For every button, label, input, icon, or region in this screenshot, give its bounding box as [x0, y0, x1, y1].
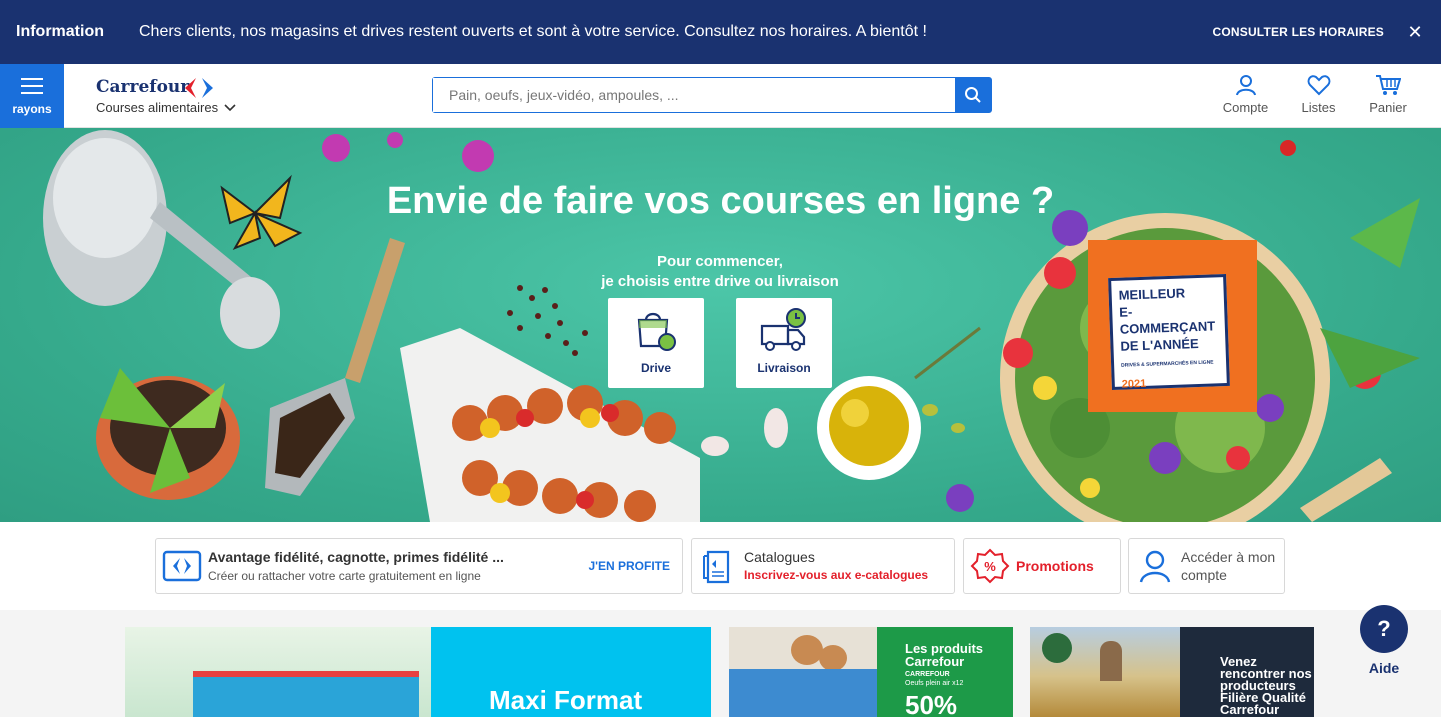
carrefour-products-title2: Carrefour — [905, 654, 965, 669]
loyalty-card-icon — [162, 550, 202, 582]
award-line2: E-COMMERÇANT — [1119, 304, 1216, 337]
account-icon — [1139, 550, 1171, 583]
delivery-truck-icon — [760, 308, 806, 351]
loyalty-subtitle: Créer ou rattacher votre carte gratuitem… — [208, 569, 481, 583]
drive-bag-icon — [637, 312, 676, 351]
cart-button[interactable]: Panier — [1366, 74, 1410, 115]
award-badge: MEILLEUR E-COMMERÇANT DE L'ANNÉE DRIVES … — [1088, 240, 1257, 412]
loyalty-card[interactable]: Avantage fidélité, cagnotte, primes fidé… — [155, 538, 683, 594]
lists-button[interactable]: Listes — [1296, 74, 1341, 115]
delivery-label: Livraison — [757, 361, 811, 375]
my-account-line2: compte — [1181, 567, 1227, 583]
catalogues-subtitle: Inscrivez-vous aux e-catalogues — [744, 568, 929, 582]
services-row: Avantage fidélité, cagnotte, primes fidé… — [0, 522, 1441, 610]
search-icon — [965, 87, 981, 103]
help-label: Aide — [1368, 660, 1400, 676]
award-card: MEILLEUR E-COMMERÇANT DE L'ANNÉE DRIVES … — [1108, 273, 1230, 391]
my-account-card[interactable]: Accéder à mon compte — [1128, 538, 1285, 594]
producers-tile[interactable]: Venez rencontrer nos producteurs Filière… — [1030, 627, 1314, 717]
search-bar — [432, 77, 992, 113]
award-year: 2021 — [1121, 377, 1147, 391]
drive-button[interactable]: Drive — [608, 298, 704, 388]
loyalty-title: Avantage fidélité, cagnotte, primes fidé… — [208, 549, 504, 565]
cart-icon — [1376, 75, 1401, 95]
chevron-down-icon — [224, 103, 236, 111]
hero-title: Envie de faire vos courses en ligne ? — [386, 180, 1055, 222]
banner-message: Chers clients, nos magasins et drives re… — [139, 23, 927, 40]
maxi-format-text: Maxi Format — [489, 685, 643, 715]
delivery-button[interactable]: Livraison — [736, 298, 832, 388]
banner-label: Information — [16, 23, 104, 40]
award-line3: DE L'ANNÉE — [1120, 335, 1199, 354]
close-icon[interactable]: ✕ — [1405, 22, 1425, 42]
brand-subtitle: Courses alimentaires — [96, 100, 219, 115]
search-button[interactable] — [955, 78, 991, 112]
account-label: Compte — [1222, 100, 1269, 115]
svg-text:%: % — [984, 559, 996, 574]
lists-label: Listes — [1301, 100, 1336, 115]
loyalty-cta[interactable]: J'EN PROFITE — [588, 559, 670, 573]
hero-banner: Envie de faire vos courses en ligne ? Po… — [0, 128, 1441, 522]
help-button[interactable]: ? — [1360, 605, 1408, 653]
cart-label: Panier — [1369, 100, 1407, 115]
hero-subtitle-line1: Pour commencer, — [657, 253, 783, 270]
promotions-card[interactable]: % Promotions — [963, 538, 1121, 594]
hamburger-icon — [21, 78, 43, 99]
user-icon — [1235, 75, 1256, 96]
carrefour-logo-icon — [185, 78, 213, 98]
catalogues-card[interactable]: Catalogues Inscrivez-vous aux e-catalogu… — [691, 538, 955, 594]
search-input[interactable] — [433, 78, 955, 112]
heart-icon — [1307, 75, 1330, 96]
producers-line5: Carrefour — [1220, 702, 1280, 717]
rayons-label: rayons — [12, 102, 52, 116]
rayons-menu-button[interactable]: rayons — [0, 64, 64, 128]
consult-hours-link[interactable]: CONSULTER LES HORAIRES — [1212, 25, 1384, 39]
carrefour-products-discount: 50% — [905, 690, 958, 717]
promotions-label: Promotions — [1016, 558, 1094, 574]
catalogues-title: Catalogues — [744, 549, 815, 565]
carrefour-products-pack2: Oeufs plein air x12 — [905, 680, 964, 687]
my-account-line1: Accéder à mon — [1181, 549, 1276, 565]
hero-subtitle-line2: je choisis entre drive ou livraison — [601, 273, 839, 290]
award-small-text: DRIVES & SUPERMARCHÉS EN LIGNE — [1121, 359, 1214, 369]
site-header: rayons Carrefour Courses alimentaires Co… — [0, 64, 1441, 128]
brand-selector[interactable]: Carrefour Courses alimentaires — [96, 77, 236, 115]
information-banner: Information Chers clients, nos magasins … — [0, 0, 1441, 64]
catalogue-icon — [703, 550, 730, 584]
carrefour-products-pack1: CARREFOUR — [905, 671, 950, 678]
maxi-format-tile[interactable]: Maxi Format — [125, 627, 711, 717]
carrefour-products-tile[interactable]: Les produits Carrefour CARREFOUR Oeufs p… — [729, 627, 1013, 717]
percent-badge-icon: % — [970, 548, 1010, 584]
hero-subtitle: Pour commencer, je choisis entre drive o… — [520, 252, 920, 292]
account-button[interactable]: Compte — [1218, 74, 1273, 115]
drive-label: Drive — [640, 361, 672, 375]
promo-tiles: Maxi Format Les produits Carrefour CARRE… — [0, 610, 1441, 717]
